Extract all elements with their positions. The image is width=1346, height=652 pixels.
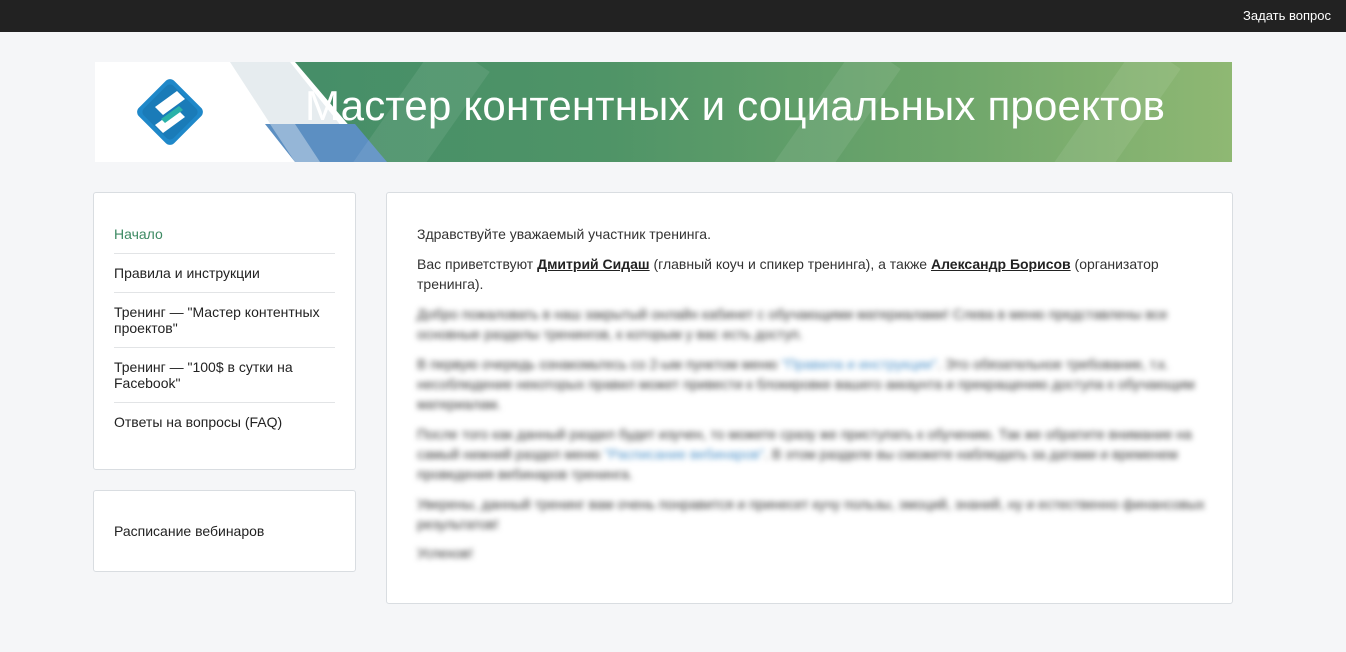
- header-banner: Мастер контентных и социальных проектов: [95, 62, 1232, 162]
- sidebar-item-rules[interactable]: Правила и инструкции: [114, 254, 335, 293]
- webinar-schedule-link[interactable]: Расписание вебинаров: [114, 523, 264, 539]
- top-bar: Задать вопрос: [0, 0, 1346, 32]
- blurred-signoff: Успехов!: [417, 545, 473, 561]
- blurred-paragraph: Уверены, данный тренинг вам очень понрав…: [417, 496, 1205, 532]
- rules-link[interactable]: "Правила и инструкции": [781, 356, 937, 372]
- sidebar-item-faq[interactable]: Ответы на вопросы (FAQ): [114, 403, 335, 441]
- main-content: Здравствуйте уважаемый участник тренинга…: [386, 192, 1233, 604]
- sidebar-item-training-content[interactable]: Тренинг — "Мастер контентных проектов": [114, 293, 335, 348]
- blurred-paragraph: Добро пожаловать в наш закрытый онлайн к…: [417, 306, 1168, 342]
- organizer-name-link[interactable]: Александр Борисов: [931, 256, 1071, 272]
- blurred-paragraph: В первую очередь ознакомьтесь со 2-ым пу…: [417, 356, 1195, 412]
- intro-text: Вас приветствуют Дмитрий Сидаш (главный …: [417, 256, 1159, 292]
- schedule-panel: Расписание вебинаров: [93, 490, 356, 572]
- sidebar-item-home[interactable]: Начало: [114, 215, 335, 254]
- ask-question-link[interactable]: Задать вопрос: [1243, 8, 1331, 23]
- sidebar-menu: Начало Правила и инструкции Тренинг — "М…: [93, 192, 356, 470]
- greeting-text: Здравствуйте уважаемый участник тренинга…: [417, 226, 711, 242]
- banner-title: Мастер контентных и социальных проектов: [305, 82, 1166, 129]
- blurred-paragraph: После того как данный раздел будет изуче…: [417, 426, 1192, 482]
- s-logo-icon: [137, 79, 203, 145]
- schedule-inline-link[interactable]: "Расписание вебинаров": [604, 446, 764, 462]
- sidebar-item-training-facebook[interactable]: Тренинг — "100$ в сутки на Facebook": [114, 348, 335, 403]
- coach-name-link[interactable]: Дмитрий Сидаш: [537, 256, 650, 272]
